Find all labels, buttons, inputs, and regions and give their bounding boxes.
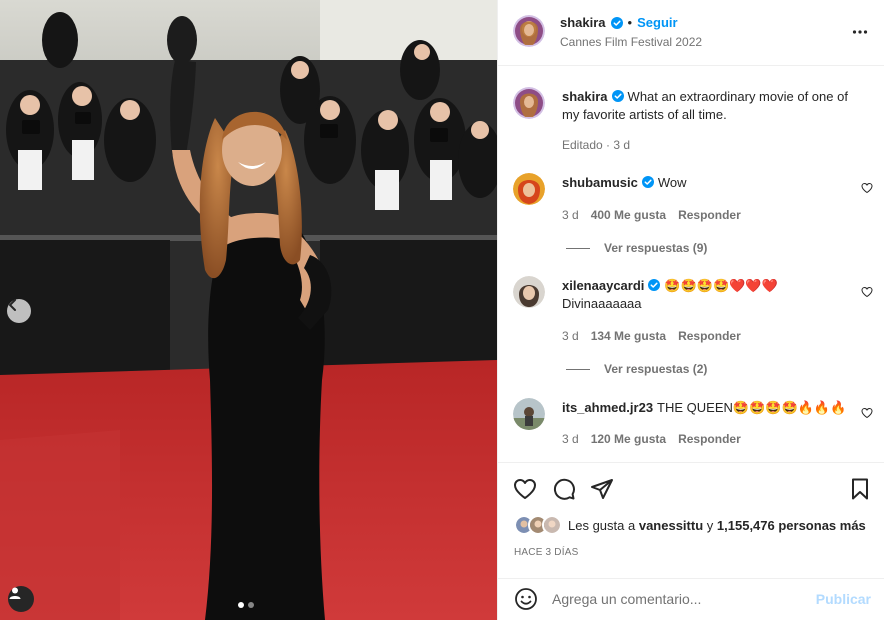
comment-text: THE QUEEN🤩🤩🤩🤩🔥🔥🔥 <box>657 400 847 415</box>
emoji-button[interactable] <box>514 587 538 614</box>
carousel-dot <box>248 602 254 608</box>
reply-button[interactable]: Responder <box>678 329 741 343</box>
comment-username[interactable]: xilenaaycardi <box>562 278 644 293</box>
like-comment-button[interactable] <box>861 407 873 422</box>
post-photo[interactable] <box>0 0 497 620</box>
emoji-icon <box>515 588 537 610</box>
liker-username[interactable]: vanessittu <box>639 518 703 533</box>
verified-badge-icon <box>641 176 654 188</box>
like-comment-button[interactable] <box>861 182 873 197</box>
comment-likes[interactable]: 134 Me gusta <box>591 329 666 343</box>
comment-username[interactable]: its_ahmed.jr23 <box>562 400 653 415</box>
likes-summary[interactable]: Les gusta a vanessittu y 1,155,476 perso… <box>514 515 866 535</box>
reply-button[interactable]: Responder <box>678 208 741 222</box>
bookmark-icon <box>852 478 868 500</box>
view-replies-button[interactable]: Ver respuestas (9) <box>566 241 707 255</box>
comment-text-line-2: Divinaaaaaaa <box>562 296 642 311</box>
share-icon <box>591 479 613 499</box>
previous-slide-button[interactable] <box>7 299 31 323</box>
post-timestamp[interactable]: HACE 3 DÍAS <box>514 547 578 558</box>
view-replies-button[interactable]: Ver respuestas (2) <box>566 362 707 376</box>
comment-avatar[interactable] <box>513 173 545 205</box>
like-button[interactable] <box>513 477 537 504</box>
comment: shubamusic Wow <box>562 174 852 192</box>
verified-badge-icon <box>648 279 661 291</box>
replies-line <box>566 368 590 370</box>
comment-username[interactable]: shubamusic <box>562 175 638 190</box>
heart-icon <box>514 479 536 499</box>
photo-scene <box>0 0 497 620</box>
view-replies-label: Ver respuestas (9) <box>604 241 708 255</box>
comment-time[interactable]: 3 d <box>562 208 579 222</box>
comment-button[interactable] <box>552 477 576 504</box>
reply-button[interactable]: Responder <box>678 432 741 446</box>
comment-likes[interactable]: 120 Me gusta <box>591 432 666 446</box>
chevron-left-icon <box>9 299 16 311</box>
liker-avatar <box>542 515 562 535</box>
author-username[interactable]: shakira <box>560 15 606 30</box>
comment-likes[interactable]: 400 Me gusta <box>591 208 666 222</box>
replies-line <box>566 247 590 249</box>
publish-button[interactable]: Publicar <box>816 591 871 607</box>
comment-text: Wow <box>657 175 687 190</box>
comment-meta: 3 d 134 Me gusta Responder <box>562 329 741 343</box>
comment-time[interactable]: 3 d <box>562 329 579 343</box>
caption-edited-time: Editado · 3 d <box>562 138 631 152</box>
follow-button[interactable]: Seguir <box>637 15 677 30</box>
post-detail-panel: shakira • Seguir Cannes Film Festival 20… <box>497 0 884 620</box>
comments-list[interactable]: shakira What an extraordinary movie of on… <box>498 67 884 462</box>
comment: its_ahmed.jr23 THE QUEEN🤩🤩🤩🤩🔥🔥🔥 <box>562 399 852 417</box>
carousel-dot-active <box>238 602 244 608</box>
like-comment-button[interactable] <box>861 286 873 301</box>
caption-author-avatar[interactable] <box>513 87 545 119</box>
header-separator: • <box>627 15 633 30</box>
view-replies-label: Ver respuestas (2) <box>604 362 708 376</box>
caption: shakira What an extraordinary movie of on… <box>562 88 852 124</box>
save-button[interactable] <box>848 477 872 504</box>
likes-conjunction: y <box>706 517 714 533</box>
tagged-users-button[interactable] <box>8 586 34 612</box>
more-options-icon <box>852 30 868 34</box>
likes-text: Les gusta a vanessittu y 1,155,476 perso… <box>568 518 866 533</box>
verified-badge-icon <box>610 16 623 29</box>
more-options-button[interactable] <box>852 24 868 43</box>
comment-icon <box>553 478 575 500</box>
comment-composer: Publicar <box>498 578 884 620</box>
comment-avatar[interactable] <box>513 398 545 430</box>
author-avatar[interactable] <box>513 15 545 47</box>
caption-meta: Editado · 3 d <box>562 138 630 152</box>
verified-badge-icon <box>611 90 624 102</box>
comment-input[interactable] <box>552 587 802 611</box>
heart-icon <box>861 407 873 419</box>
comment-avatar[interactable] <box>513 276 545 308</box>
author-line: shakira • Seguir <box>560 15 678 30</box>
comment-meta: 3 d 400 Me gusta Responder <box>562 208 741 222</box>
likes-count[interactable]: 1,155,476 personas más <box>717 518 866 533</box>
post-location[interactable]: Cannes Film Festival 2022 <box>560 35 702 49</box>
post-header: shakira • Seguir Cannes Film Festival 20… <box>498 0 884 66</box>
post-actions: Les gusta a vanessittu y 1,155,476 perso… <box>498 462 884 578</box>
heart-icon <box>861 182 873 194</box>
comment: xilenaaycardi 🤩🤩🤩🤩❤️❤️❤️ Divinaaaaaaa <box>562 277 852 313</box>
carousel-indicator <box>238 602 254 608</box>
caption-username[interactable]: shakira <box>562 89 608 104</box>
comment-text: 🤩🤩🤩🤩❤️❤️❤️ <box>664 278 778 293</box>
share-button[interactable] <box>590 477 614 504</box>
comment-meta: 3 d 120 Me gusta Responder <box>562 432 741 446</box>
user-tag-icon <box>9 587 21 599</box>
heart-icon <box>861 286 873 298</box>
comment-time[interactable]: 3 d <box>562 432 579 446</box>
likes-prefix: Les gusta a <box>568 517 636 533</box>
